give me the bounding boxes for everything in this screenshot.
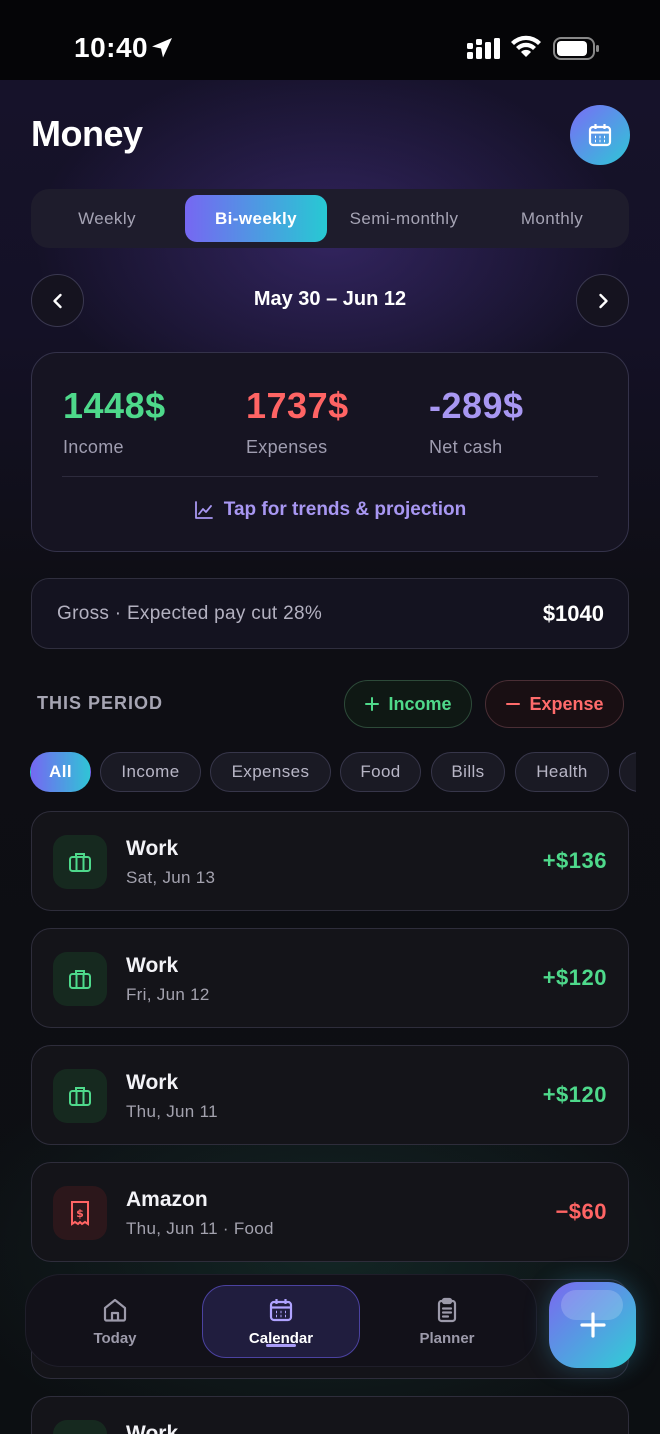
transaction-date: Thu, Jun 11 · Food [126,1219,274,1238]
transaction-name: Work [126,954,179,977]
transaction-date: Sat, Jun 13 [126,868,216,887]
filter-all[interactable]: All [30,752,91,792]
segment-bi-weekly[interactable]: Bi-weekly [185,195,327,242]
next-period-button[interactable] [576,274,629,327]
active-tab-indicator [266,1344,296,1347]
transaction-name: Amazon [126,1188,208,1211]
transaction-amount: +$120 [542,1082,607,1107]
add-income-button[interactable]: Income [344,680,472,728]
net-cash-stat: -289$ Net cash [429,385,524,458]
segment-weekly[interactable]: Weekly [36,195,178,242]
minus-icon [506,703,521,705]
net-cash-value: -289$ [429,385,524,426]
segment-semi-monthly[interactable]: Semi-monthly [333,195,475,242]
tab-bar: Today Calendar Planner [25,1274,537,1367]
expenses-label: Expenses [246,437,328,457]
gross-value: $1040 [542,601,604,626]
tab-planner[interactable]: Planner [368,1285,526,1358]
section-title: THIS PERIOD [37,693,164,713]
transaction-row[interactable]: Work Fri, Jun 12 +$120 [31,928,629,1028]
transaction-row[interactable]: Work Thu, Jun 11 +$120 [31,1045,629,1145]
transaction-row[interactable]: $ Amazon Thu, Jun 11 · Food −$60 [31,1162,629,1262]
transaction-amount: +$136 [542,848,607,873]
plus-icon [579,1312,606,1338]
battery-icon [553,37,599,60]
wifi-icon [511,35,541,57]
transaction-row[interactable]: Work [31,1396,629,1434]
filter-bills[interactable]: Bills [431,752,505,792]
filter-more[interactable] [619,752,636,792]
transaction-amount: −$60 [555,1199,607,1224]
receipt-icon: $ [71,1201,89,1226]
trends-link[interactable]: Tap for trends & projection [32,499,628,521]
calendar-icon [269,1299,293,1322]
page-title: Money [31,113,143,154]
divider [62,476,598,477]
filter-income[interactable]: Income [100,752,201,792]
calendar-icon [588,124,612,147]
transaction-name: Work [126,1071,179,1094]
transaction-amount: +$120 [542,965,607,990]
add-transaction-button[interactable] [549,1282,636,1368]
add-expense-label: Expense [529,693,604,714]
chevron-right-icon [598,293,608,308]
add-expense-button[interactable]: Expense [485,680,624,728]
gross-pay-row[interactable]: Gross · Expected pay cut 28% $1040 [31,578,629,649]
income-value: 1448$ [63,385,166,426]
tab-today[interactable]: Today [36,1285,194,1358]
period-range: May 30 – Jun 12 [253,288,407,310]
transaction-icon [53,1420,107,1434]
status-bar: 10:40 [0,0,660,80]
gross-label: Gross · Expected pay cut 28% [57,603,323,624]
clipboard-icon [437,1297,457,1323]
transaction-date: Thu, Jun 11 [126,1102,218,1121]
transaction-name: Work [126,1422,179,1434]
briefcase-icon [69,853,91,872]
tab-calendar[interactable]: Calendar [202,1285,360,1358]
briefcase-icon [69,1087,91,1106]
trends-label: Tap for trends & projection [223,499,467,520]
trend-chart-icon [194,501,213,519]
filter-health[interactable]: Health [515,752,609,792]
tab-planner-label: Planner [419,1330,475,1347]
status-time: 10:40 [74,32,149,63]
calendar-button[interactable] [570,105,630,165]
home-icon [103,1298,127,1322]
income-stat: 1448$ Income [63,385,166,458]
cellular-signal-icon [467,38,500,59]
expenses-value: 1737$ [246,385,349,426]
filter-chips: All Income Expenses Food Bills Health [30,752,636,792]
add-income-label: Income [388,693,452,714]
transaction-row[interactable]: Work Sat, Jun 13 +$136 [31,811,629,911]
svg-text:$: $ [76,1207,84,1220]
briefcase-icon [69,970,91,989]
segment-monthly[interactable]: Monthly [481,195,623,242]
filter-expenses[interactable]: Expenses [210,752,331,792]
expenses-stat: 1737$ Expenses [246,385,349,458]
period-segmented-control: Weekly Bi-weekly Semi-monthly Monthly [31,189,629,248]
transaction-icon [53,835,107,889]
transaction-name: Work [126,837,179,860]
income-label: Income [63,437,124,457]
filter-food[interactable]: Food [340,752,421,792]
transaction-date: Fri, Jun 12 [126,985,210,1004]
transaction-icon [53,952,107,1006]
summary-card[interactable]: 1448$ Income 1737$ Expenses -289$ Net ca… [31,352,629,552]
location-arrow-icon [152,38,172,58]
net-cash-label: Net cash [429,437,503,457]
transaction-icon: $ [53,1186,107,1240]
transaction-icon [53,1069,107,1123]
plus-icon [365,697,380,711]
tab-today-label: Today [93,1330,137,1347]
